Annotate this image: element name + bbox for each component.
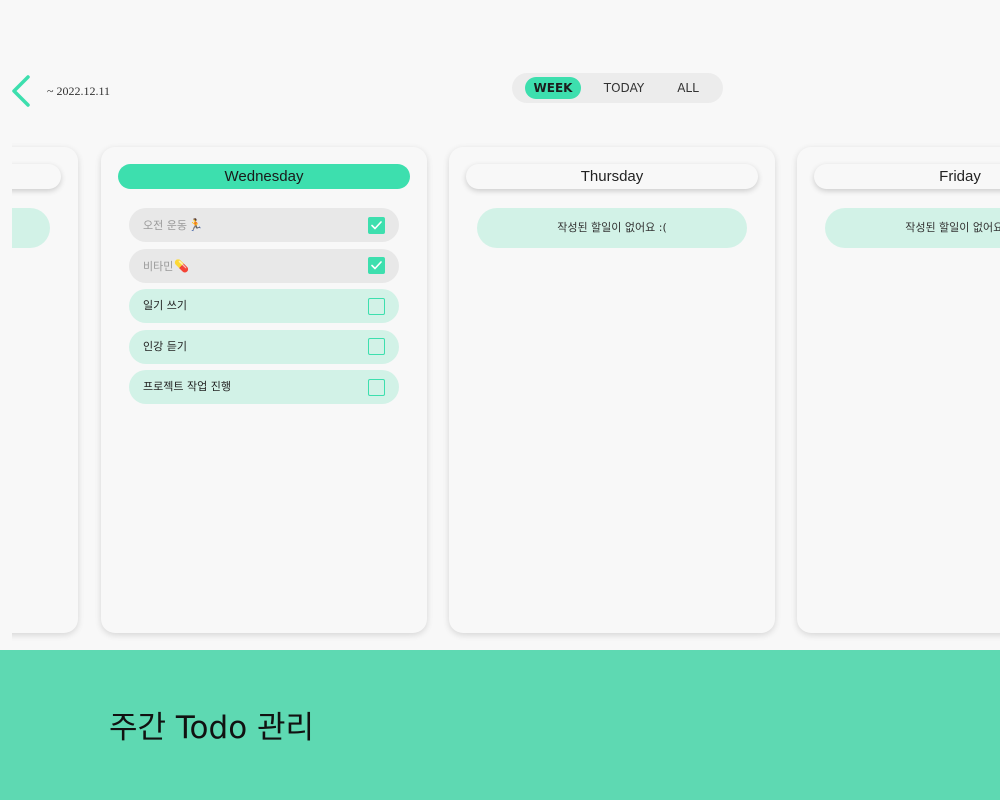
todo-checkbox[interactable]	[368, 338, 385, 355]
day-header-previous	[12, 164, 61, 189]
todo-item[interactable]: 프로젝트 작업 진행	[129, 370, 399, 404]
todo-item[interactable]: 인강 듣기	[129, 329, 399, 364]
week-carousel[interactable]: Wednesday 오전 운동🏃 비타민💊 일기 쓰기 인강 듣기 프로젝트 작…	[12, 0, 1000, 650]
caption-text: 주간 Todo 관리	[109, 710, 315, 746]
todo-label: 비타민💊	[143, 258, 190, 273]
check-icon	[371, 220, 382, 229]
caption-banner: 주간 Todo 관리	[0, 650, 1000, 800]
day-card-friday: Friday 작성된 할일이 없어요 :(	[797, 147, 1000, 633]
empty-message: 작성된 할일이 없어요 :(	[825, 208, 1000, 248]
day-header-friday: Friday	[814, 164, 1000, 189]
day-header-thursday: Thursday	[466, 164, 758, 189]
todo-checkbox[interactable]	[368, 257, 385, 274]
todo-item[interactable]: 비타민💊	[129, 248, 399, 283]
day-card-previous	[12, 147, 78, 633]
todo-label: 인강 듣기	[143, 339, 187, 353]
todo-item[interactable]: 오전 운동🏃	[129, 208, 399, 242]
day-card-thursday: Thursday 작성된 할일이 없어요 :(	[449, 147, 775, 633]
todo-item[interactable]: 일기 쓰기	[129, 289, 399, 323]
pill-icon: 💊	[174, 258, 190, 273]
todo-label: 일기 쓰기	[143, 299, 187, 312]
running-icon: 🏃	[187, 218, 203, 232]
todo-checkbox[interactable]	[368, 378, 385, 396]
day-card-wednesday: Wednesday 오전 운동🏃 비타민💊 일기 쓰기 인강 듣기 프로젝트 작…	[101, 147, 427, 633]
check-icon	[371, 261, 382, 270]
day-header-wednesday: Wednesday	[118, 164, 410, 189]
empty-message: 작성된 할일이 없어요 :(	[477, 208, 747, 248]
todo-list: 오전 운동🏃 비타민💊 일기 쓰기 인강 듣기 프로젝트 작업 진행	[129, 208, 399, 411]
todo-label: 오전 운동🏃	[143, 218, 203, 232]
todo-label: 프로젝트 작업 진행	[143, 380, 231, 393]
todo-checkbox[interactable]	[368, 297, 385, 315]
todo-pill-previous	[12, 208, 50, 248]
app-stage: ~ 2022.12.11 WEEK TODAY ALL Wednesday 오전…	[0, 0, 1000, 650]
todo-checkbox[interactable]	[368, 216, 385, 234]
